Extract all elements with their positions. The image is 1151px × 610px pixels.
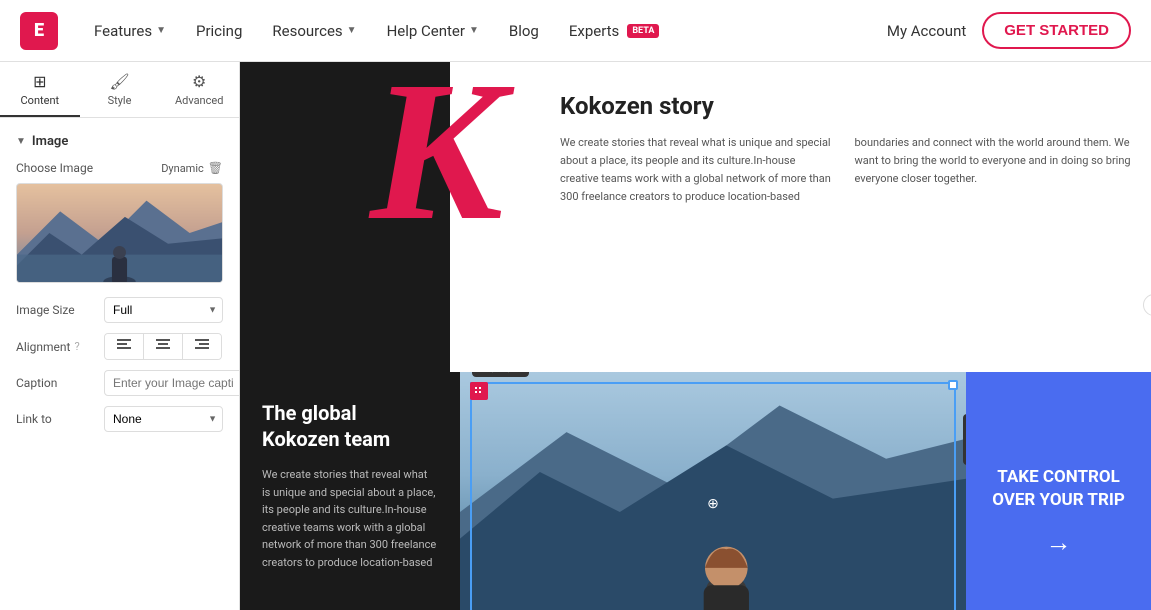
advanced-tab-icon: ⚙ (192, 72, 206, 91)
align-right-button[interactable] (183, 334, 221, 359)
story-text-2: boundaries and connect with the world ar… (855, 134, 1132, 207)
link-to-select[interactable]: None (104, 406, 223, 432)
section-image-label: Image (32, 134, 68, 149)
caption-label: Caption (16, 376, 96, 390)
align-center-button[interactable] (144, 334, 183, 359)
style-tab-icon: 🖌 (109, 72, 129, 91)
my-account-link[interactable]: My Account (887, 22, 966, 40)
canvas-top-section: K Kokozen story We create stories that r… (240, 62, 1151, 372)
logo[interactable]: E (20, 12, 58, 50)
canvas-k-letter: K (370, 62, 503, 252)
content-tab-icon: ⊞ (33, 72, 46, 91)
blue-cta-text: TAKE CONTROL OVER YOUR TRIP (986, 466, 1131, 510)
nav-experts[interactable]: Experts BETA (557, 16, 672, 46)
tab-content[interactable]: ⊞ Content (0, 62, 80, 117)
image-preview[interactable] (16, 183, 223, 283)
image-section-header: ▼ Image (16, 134, 223, 149)
dynamic-label: Dynamic (161, 162, 204, 175)
canvas-story-section: Kokozen story We create stories that rev… (450, 62, 1151, 372)
alignment-help-icon[interactable]: ? (74, 340, 79, 353)
alignment-label: Alignment ? (16, 340, 96, 354)
dark-panel-text: We create stories that reveal what is un… (262, 466, 438, 572)
image-size-select[interactable]: Full (104, 297, 223, 323)
dark-panel-title: The global Kokozen team (262, 400, 438, 452)
canvas-photo-section: ✕ | ⊞ | ✕ ✕ | ⊞ (460, 372, 966, 610)
alignment-buttons (104, 333, 222, 360)
get-started-button[interactable]: GET STARTED (982, 12, 1131, 49)
image-size-row: Image Size Full ▼ (16, 297, 223, 323)
sidebar-tabs: ⊞ Content 🖌 Style ⚙ Advanced (0, 62, 239, 118)
story-text-1: We create stories that reveal what is un… (560, 134, 837, 207)
caption-row: Caption (16, 370, 223, 396)
canvas-bottom-section: The global Kokozen team We create storie… (240, 372, 1151, 610)
choose-image-label: Choose Image (16, 161, 93, 175)
image-size-label: Image Size (16, 303, 96, 317)
section-collapse-icon[interactable]: ▼ (16, 136, 26, 147)
story-text-columns: We create stories that reveal what is un… (560, 134, 1131, 207)
story-title: Kokozen story (560, 92, 1131, 120)
image-size-select-wrap: Full ▼ (104, 297, 223, 323)
trash-icon[interactable]: 🗑 (208, 161, 223, 175)
beta-badge: BETA (627, 24, 659, 38)
nav-pricing[interactable]: Pricing (184, 16, 254, 46)
blue-arrow-icon: → (1046, 527, 1072, 558)
tab-style[interactable]: 🖌 Style (80, 62, 160, 117)
nav-links: Features ▼ Pricing Resources ▼ Help Cent… (82, 16, 887, 46)
nav-right: My Account GET STARTED (887, 12, 1131, 49)
canvas-blue-cta: TAKE CONTROL OVER YOUR TRIP → (966, 372, 1151, 610)
resources-chevron-icon: ▼ (347, 25, 357, 36)
help-chevron-icon: ▼ (469, 25, 479, 36)
features-chevron-icon: ▼ (156, 25, 166, 36)
dynamic-badge: Dynamic 🗑 (161, 161, 223, 175)
link-to-select-wrap: None ▼ (104, 406, 223, 432)
nav-features[interactable]: Features ▼ (82, 16, 178, 46)
canvas-area[interactable]: K Kokozen story We create stories that r… (240, 62, 1151, 610)
app-body: ⊞ Content 🖌 Style ⚙ Advanced ▼ Image Cho… (0, 62, 1151, 610)
tab-advanced[interactable]: ⚙ Advanced (159, 62, 239, 117)
nav-help-center[interactable]: Help Center ▼ (375, 16, 491, 46)
sidebar-content: ▼ Image Choose Image Dynamic 🗑 (0, 118, 239, 610)
nav-blog[interactable]: Blog (497, 16, 551, 46)
canvas-dark-panel: The global Kokozen team We create storie… (240, 372, 460, 610)
sidebar-panel: ⊞ Content 🖌 Style ⚙ Advanced ▼ Image Cho… (0, 62, 240, 610)
nav-resources[interactable]: Resources ▼ (260, 16, 368, 46)
canvas-content: K Kokozen story We create stories that r… (240, 62, 1151, 610)
alignment-row: Alignment ? (16, 333, 223, 360)
link-to-row: Link to None ▼ (16, 406, 223, 432)
navbar: E Features ▼ Pricing Resources ▼ Help Ce… (0, 0, 1151, 62)
align-left-button[interactable] (105, 334, 144, 359)
link-to-label: Link to (16, 412, 96, 426)
choose-image-row: Choose Image Dynamic 🗑 (16, 161, 223, 175)
caption-input[interactable] (104, 370, 239, 396)
